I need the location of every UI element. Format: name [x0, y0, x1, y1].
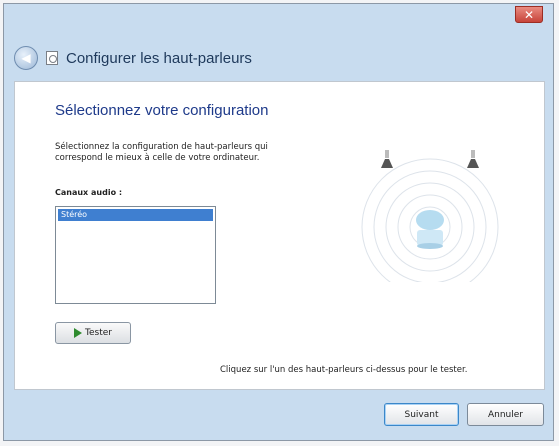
audio-channels-list[interactable]: Stéréo [55, 206, 216, 304]
speaker-icon [46, 51, 58, 65]
list-item-stereo[interactable]: Stéréo [58, 209, 213, 221]
listener-icon [416, 210, 444, 249]
page-heading: Sélectionnez votre configuration [55, 102, 269, 119]
speaker-setup-window: ✕ ◀ Configurer les haut-parleurs Sélecti… [3, 3, 554, 441]
window-header: ◀ Configurer les haut-parleurs [14, 36, 543, 80]
back-arrow-icon: ◀ [21, 51, 31, 65]
close-button[interactable]: ✕ [515, 6, 543, 23]
back-button[interactable]: ◀ [14, 46, 38, 70]
next-button[interactable]: Suivant [384, 403, 459, 426]
test-button[interactable]: Tester [55, 322, 131, 344]
test-button-label: Tester [85, 328, 112, 338]
test-hint-text: Cliquez sur l'un des haut-parleurs ci-de… [220, 365, 468, 375]
audio-channels-label: Canaux audio : [55, 188, 123, 197]
content-panel: Sélectionnez votre configuration Sélecti… [14, 81, 545, 390]
window-title: Configurer les haut-parleurs [66, 49, 252, 67]
right-speaker-icon[interactable] [467, 150, 479, 168]
speaker-layout-diagram [361, 150, 499, 282]
play-icon [74, 328, 83, 338]
cancel-button[interactable]: Annuler [467, 403, 544, 426]
description-text: Sélectionnez la configuration de haut-pa… [55, 142, 268, 163]
left-speaker-icon[interactable] [381, 150, 393, 168]
close-icon: ✕ [523, 7, 535, 22]
